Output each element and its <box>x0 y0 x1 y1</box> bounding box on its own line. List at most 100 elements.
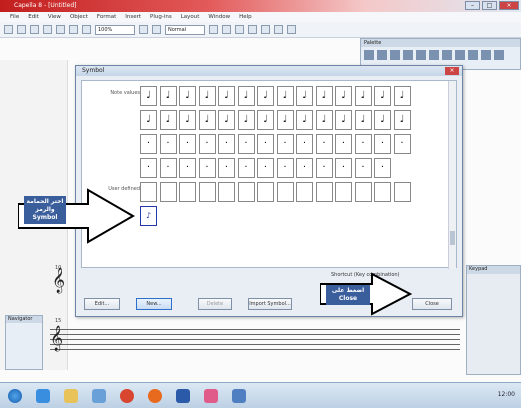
symbol-cell[interactable]: · <box>374 158 391 178</box>
palette-item[interactable] <box>494 50 504 60</box>
palette-item[interactable] <box>481 50 491 60</box>
symbol-cell[interactable] <box>354 182 372 202</box>
symbol-cell[interactable]: ♩ <box>335 86 352 106</box>
symbol-cell[interactable]: ♩ <box>140 110 157 130</box>
menu-window[interactable]: Window <box>208 14 230 20</box>
symbol-cell[interactable]: ♩ <box>315 86 333 106</box>
symbol-cell[interactable]: ♩ <box>218 86 235 106</box>
symbol-cell[interactable]: ♩ <box>354 110 372 130</box>
selected-symbol-cell[interactable]: ♪ <box>140 206 157 226</box>
symbol-cell[interactable]: ♩ <box>237 86 255 106</box>
menu-layout[interactable]: Layout <box>181 14 200 20</box>
symbol-cell[interactable] <box>276 182 294 202</box>
size-select[interactable]: Normal <box>165 24 205 35</box>
dialog-close-icon[interactable]: × <box>445 67 459 75</box>
symbol-cell[interactable]: · <box>276 158 294 178</box>
save-icon[interactable] <box>30 25 39 34</box>
palette-item[interactable] <box>403 50 413 60</box>
symbol-cell[interactable]: · <box>257 134 274 154</box>
menu-object[interactable]: Object <box>70 14 88 20</box>
symbol-cell[interactable]: · <box>393 134 411 154</box>
symbol-cell[interactable] <box>296 182 313 202</box>
symbol-cell[interactable] <box>237 182 255 202</box>
symbol-cell[interactable]: ♩ <box>159 86 177 106</box>
paint-icon[interactable] <box>204 388 218 403</box>
symbol-cell[interactable]: · <box>218 158 235 178</box>
symbol-cell[interactable]: · <box>315 134 333 154</box>
new-button[interactable]: New... <box>136 298 172 310</box>
print-icon[interactable] <box>43 25 52 34</box>
help-icon[interactable] <box>235 25 244 34</box>
palette-item[interactable] <box>468 50 478 60</box>
symbol-cell[interactable]: · <box>159 134 177 154</box>
delete-button[interactable]: Delete <box>198 298 232 310</box>
symbol-cell[interactable]: · <box>237 134 255 154</box>
symbol-cell[interactable]: · <box>237 158 255 178</box>
palette-item[interactable] <box>442 50 452 60</box>
symbol-cell[interactable]: · <box>315 158 333 178</box>
symbol-cell[interactable]: ♩ <box>296 86 313 106</box>
note-input-icon[interactable] <box>248 25 257 34</box>
symbol-cell[interactable]: · <box>257 158 274 178</box>
symbol-cell[interactable]: · <box>335 134 352 154</box>
symbol-cell[interactable]: ♩ <box>237 110 255 130</box>
symbol-cell[interactable]: ♩ <box>315 110 333 130</box>
symbol-cell[interactable]: · <box>140 158 157 178</box>
symbol-cell[interactable] <box>335 182 352 202</box>
symbol-cell[interactable]: · <box>276 134 294 154</box>
select-icon[interactable] <box>261 25 270 34</box>
stop-icon[interactable] <box>222 25 231 34</box>
word-icon[interactable] <box>176 388 190 403</box>
cut-icon[interactable] <box>56 25 65 34</box>
symbol-cell[interactable]: · <box>354 158 372 178</box>
symbol-cell[interactable]: · <box>179 134 196 154</box>
symbol-cell[interactable]: · <box>374 134 391 154</box>
symbol-cell[interactable]: ♩ <box>198 86 216 106</box>
symbol-cell[interactable] <box>218 182 235 202</box>
menu-help[interactable]: Help <box>239 14 252 20</box>
palette-item[interactable] <box>416 50 426 60</box>
symbol-cell[interactable] <box>374 182 391 202</box>
symbol-cell[interactable]: ♩ <box>140 86 157 106</box>
symbol-cell[interactable]: ♩ <box>159 110 177 130</box>
symbol-cell[interactable]: ♩ <box>276 110 294 130</box>
symbol-cell[interactable]: ♩ <box>393 86 411 106</box>
menu-view[interactable]: View <box>48 14 61 20</box>
menu-file[interactable]: File <box>10 14 19 20</box>
symbol-cell[interactable]: · <box>296 134 313 154</box>
symbol-cell[interactable]: ♩ <box>198 110 216 130</box>
symbol-cell[interactable]: ♩ <box>354 86 372 106</box>
symbol-cell[interactable]: ♩ <box>257 110 274 130</box>
symbol-cell[interactable] <box>179 182 196 202</box>
symbol-cell[interactable]: · <box>198 158 216 178</box>
symbol-cell[interactable]: ♩ <box>179 86 196 106</box>
symbol-cell[interactable]: · <box>335 158 352 178</box>
symbol-cell[interactable]: ♩ <box>374 110 391 130</box>
vertical-scrollbar[interactable] <box>448 81 456 269</box>
scrollbar-thumb[interactable] <box>450 231 455 245</box>
symbol-cell[interactable]: ♩ <box>179 110 196 130</box>
import-symbol-button[interactable]: Import Symbol... <box>248 298 292 310</box>
palette-item[interactable] <box>390 50 400 60</box>
palette-item[interactable] <box>377 50 387 60</box>
lines-icon[interactable] <box>287 25 296 34</box>
paste-icon[interactable] <box>82 25 91 34</box>
symbol-cell[interactable] <box>159 182 177 202</box>
symbol-cell[interactable] <box>315 182 333 202</box>
symbol-cell[interactable]: ♩ <box>257 86 274 106</box>
internet-explorer-icon[interactable] <box>36 388 50 403</box>
symbol-cell[interactable] <box>393 182 411 202</box>
word-document-icon[interactable] <box>232 388 246 403</box>
symbol-cell[interactable]: · <box>296 158 313 178</box>
symbol-cell[interactable] <box>198 182 216 202</box>
new-file-icon[interactable] <box>4 25 13 34</box>
symbol-cell[interactable]: ♩ <box>374 86 391 106</box>
minimize-button[interactable]: – <box>465 1 480 10</box>
chrome-icon[interactable] <box>120 388 134 403</box>
symbol-cell[interactable]: · <box>159 158 177 178</box>
symbol-cell[interactable]: · <box>140 134 157 154</box>
maximize-button[interactable]: □ <box>482 1 497 10</box>
symbol-cell[interactable]: ♩ <box>335 110 352 130</box>
edit-button[interactable]: Edit... <box>84 298 120 310</box>
start-orb-icon[interactable] <box>8 388 22 403</box>
